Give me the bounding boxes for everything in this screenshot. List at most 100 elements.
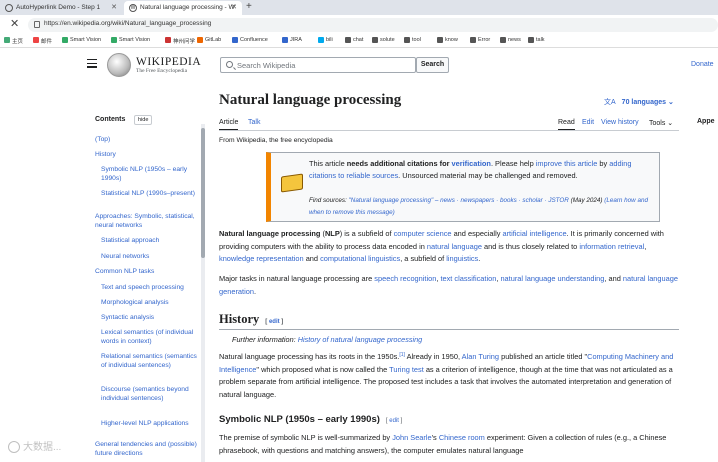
toc-item[interactable]: Syntactic analysis	[101, 314, 197, 323]
toc-item[interactable]: Text and speech processing	[101, 284, 197, 293]
toc-item[interactable]: General tendencies and (possible) future…	[95, 441, 197, 458]
address-bar: ✕ https://en.wikipedia.org/wiki/Natural_…	[0, 15, 718, 35]
bookmark-item[interactable]: tool	[404, 37, 421, 43]
notice-text-part: This article	[309, 159, 347, 168]
link-artificial-intelligence[interactable]: artificial intelligence	[502, 229, 566, 238]
link-john-searle[interactable]: John Searle	[392, 433, 431, 442]
text: .	[478, 254, 481, 264]
globe-icon	[5, 4, 13, 12]
tab-view-history[interactable]: View history	[601, 119, 639, 126]
toc-item[interactable]: Statistical NLP (1990s–present)	[101, 190, 197, 199]
notice-text: This article needs additional citations …	[309, 158, 659, 183]
toc-item[interactable]: Lexical semantics (of individual words i…	[101, 329, 197, 346]
wikipedia-globe-logo[interactable]	[107, 53, 131, 77]
search-button[interactable]: Search	[416, 57, 449, 73]
tab-edit[interactable]: Edit	[582, 119, 594, 126]
toc-item[interactable]: Higher-level NLP applications	[101, 420, 197, 429]
link-alan-turing[interactable]: Alan Turing	[462, 352, 499, 361]
main-menu-icon[interactable]	[87, 59, 97, 70]
toc-item[interactable]: Neural networks	[101, 253, 197, 262]
toc-item[interactable]: (Top)	[95, 136, 197, 145]
bookmark-item[interactable]: 主页	[4, 37, 23, 45]
link-chinese-room[interactable]: Chinese room	[439, 433, 485, 442]
bookmark-item[interactable]: Error	[470, 37, 490, 43]
history-paragraph: Natural language processing has its root…	[219, 349, 681, 401]
link-nlu[interactable]: natural language understanding	[500, 274, 604, 283]
verification-link[interactable]: verification	[452, 159, 491, 168]
browser-tab-bar: AutoHyperlink Demo - Step 1 ✕ W Natural …	[0, 0, 718, 15]
bookmark-item[interactable]: Confluence	[232, 37, 268, 43]
search-input[interactable]: Search Wikipedia	[220, 57, 416, 73]
link-computer-science[interactable]: computer science	[394, 229, 452, 238]
donate-link[interactable]: Donate	[691, 61, 714, 68]
hatnote-link[interactable]: History of natural language processing	[298, 335, 423, 344]
text: and	[303, 254, 321, 264]
citation-notice: This article needs additional citations …	[266, 152, 660, 222]
tab-article[interactable]: Article	[219, 119, 239, 131]
edit-link[interactable]: edit	[269, 319, 280, 325]
edit-link[interactable]: edit	[389, 418, 399, 424]
bookmark-item[interactable]: solute	[372, 37, 395, 43]
close-tab-icon[interactable]: ✕	[231, 1, 237, 15]
tab-talk[interactable]: Talk	[248, 119, 260, 126]
bookmark-item[interactable]: Smart Vision	[62, 37, 101, 43]
text: and especially	[451, 229, 503, 238]
tab-read[interactable]: Read	[558, 119, 575, 131]
bookmark-item[interactable]: news	[500, 37, 521, 43]
link-knowledge-representation[interactable]: knowledge representation	[219, 254, 304, 263]
bookmark-item[interactable]: 神州问学	[165, 37, 195, 45]
link-information-retrieval[interactable]: information retrieval	[579, 242, 644, 251]
bookmark-icon	[528, 37, 534, 43]
browser-tab[interactable]: AutoHyperlink Demo - Step 1 ✕	[0, 1, 122, 15]
bookmark-item[interactable]: bili	[318, 37, 333, 43]
toc-item[interactable]: Approaches: Symbolic, statistical, neura…	[95, 213, 197, 230]
bookmark-item[interactable]: chat	[345, 37, 363, 43]
book-icon	[281, 173, 303, 193]
edit-section: [ edit ]	[385, 418, 403, 424]
toc-item[interactable]: Symbolic NLP (1950s – early 1990s)	[101, 166, 197, 183]
scrollbar-thumb[interactable]	[201, 128, 205, 258]
text: ) is a subfield of	[339, 229, 394, 238]
browser-tab-active[interactable]: W Natural language processing - W ✕	[124, 1, 242, 15]
edit-section: [ edit ]	[265, 319, 284, 325]
toc-item[interactable]: Discourse (semantics beyond individual s…	[101, 386, 197, 403]
close-tab-icon[interactable]: ✕	[111, 1, 117, 15]
link-computational-linguistics[interactable]: computational linguistics	[320, 254, 400, 263]
toc-item[interactable]: History	[95, 151, 197, 160]
bookmark-icon	[372, 37, 378, 43]
link-linguistics[interactable]: linguistics	[446, 254, 478, 263]
link-speech-recognition[interactable]: speech recognition	[374, 274, 436, 283]
new-tab-button[interactable]: +	[246, 0, 252, 14]
bookmark-item[interactable]: talk	[528, 37, 545, 43]
translate-icon: 文A	[604, 99, 616, 106]
bookmark-item[interactable]: know	[437, 37, 458, 43]
site-info-icon[interactable]	[34, 21, 40, 28]
toc-item[interactable]: Statistical approach	[101, 237, 197, 246]
find-sources-label: Find sources:	[309, 197, 349, 204]
language-button[interactable]: 文A 70 languages ⌄	[604, 97, 674, 107]
bookmark-item[interactable]: JIRA	[282, 37, 302, 43]
bookmark-item[interactable]: Smart Vision	[111, 37, 150, 43]
toc-hide-button[interactable]: hide	[134, 115, 153, 125]
improve-article-link[interactable]: improve this article	[536, 159, 598, 168]
bookmark-label: solute	[380, 37, 395, 43]
tools-menu[interactable]: Tools ⌄	[649, 119, 673, 127]
close-icon[interactable]: ✕	[10, 17, 19, 30]
search-icon	[226, 61, 233, 68]
link-natural-language[interactable]: natural language	[427, 242, 482, 251]
history-heading: History [ edit ]	[219, 312, 283, 327]
tools-label: Tools	[649, 120, 666, 127]
link-text-classification[interactable]: text classification	[440, 274, 496, 283]
toc-item[interactable]: Morphological analysis	[101, 299, 197, 308]
wikipedia-wordmark[interactable]: WIKIPEDIA	[136, 56, 201, 68]
notice-text-part: . Unsourced material may be challenged a…	[398, 171, 578, 181]
link-turing-test[interactable]: Turing test	[389, 365, 424, 374]
bookmark-item[interactable]: 邮件	[33, 37, 52, 45]
bookmark-item[interactable]: GitLab	[197, 37, 221, 43]
bookmark-icon	[318, 37, 324, 43]
toc-item[interactable]: Relational semantics (semantics of indiv…	[101, 353, 197, 370]
toc-scrollbar[interactable]	[201, 124, 205, 462]
toc-item[interactable]: Common NLP tasks	[95, 268, 197, 277]
find-sources-links[interactable]: "Natural language processing" – news · n…	[349, 197, 569, 204]
url-text[interactable]: https://en.wikipedia.org/wiki/Natural_la…	[44, 20, 211, 27]
